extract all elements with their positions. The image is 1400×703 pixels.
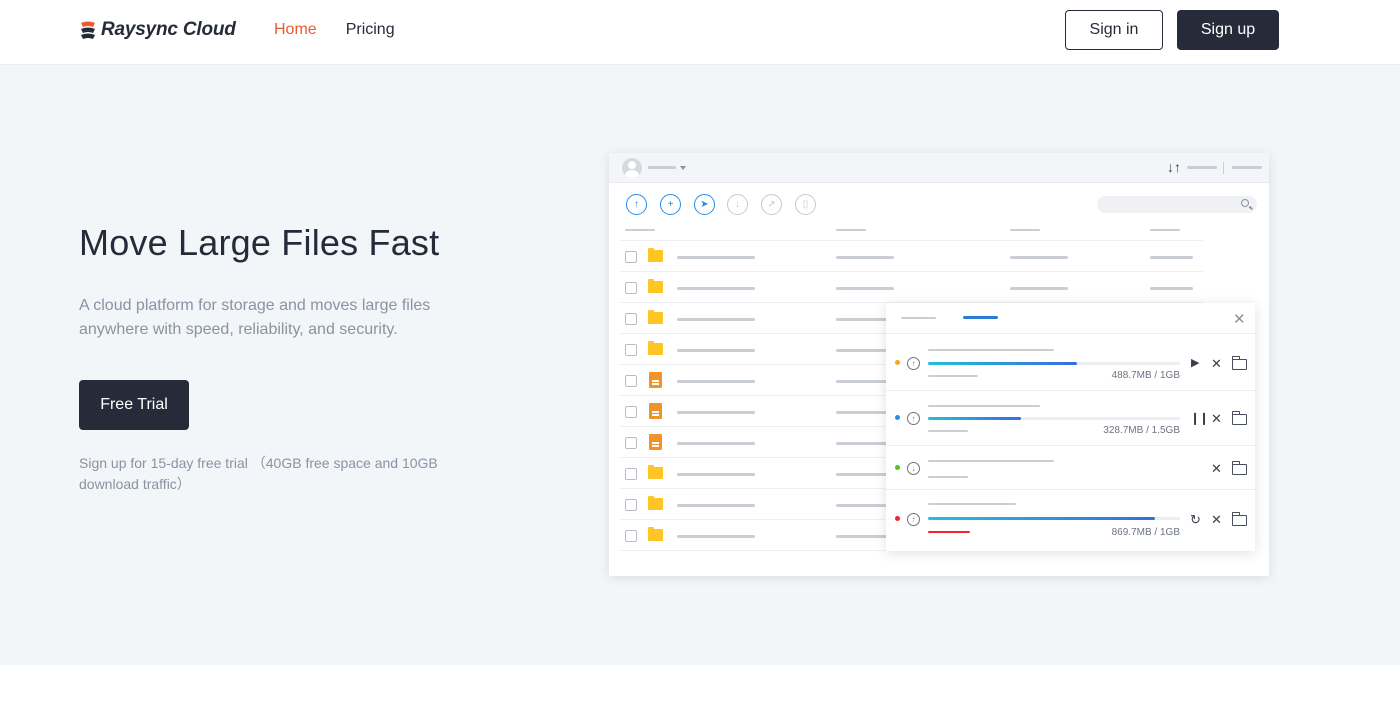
folder-icon [648,496,663,510]
new-folder-icon: + [660,194,681,215]
transfer-size: 328.7MB / 1.5GB [1103,425,1180,436]
raysync-logo-icon [81,21,95,39]
open-folder-icon [1231,411,1247,425]
username-placeholder [648,166,676,169]
page-footer-area [0,665,1400,703]
trial-note: Sign up for 15-day free trial （40GB free… [79,455,438,492]
sign-in-button[interactable]: Sign in [1065,10,1163,50]
open-folder-icon [1231,512,1247,526]
play-icon: ▶ [1191,357,1200,369]
progress-bar [928,362,1180,365]
row-checkbox [625,282,637,294]
brand-name: Raysync Cloud [101,19,236,40]
status-dot [895,360,900,365]
column-header [1150,229,1180,231]
search-icon [1241,199,1249,207]
hero-description: A cloud platform for storage and moves l… [79,297,431,338]
progress-bar [928,417,1180,420]
folder-icon [648,465,663,479]
column-header [836,229,866,231]
row-checkbox [625,313,637,325]
close-icon: ✕ [1233,311,1246,328]
nav-home-link[interactable]: Home [274,21,317,39]
main-nav: Home Pricing [274,21,395,39]
document-icon [649,403,662,419]
cancel-icon: ✕ [1211,356,1222,371]
send-icon: ➤ [694,194,715,215]
download-icon: ↓ [727,194,748,215]
progress-fill [928,517,1155,520]
transfer-item: ↑ 328.7MB / 1.5GB ❙❙ ✕ [886,391,1255,446]
search-bar [1097,196,1257,213]
column-header [625,229,655,231]
cancel-icon: ✕ [1211,512,1222,527]
menu-placeholder [1187,166,1217,169]
column-header [1010,229,1040,231]
transfer-item: ↓ ✕ [886,446,1255,490]
row-checkbox [625,406,637,418]
row-checkbox [625,499,637,511]
row-checkbox [625,375,637,387]
folder-icon [648,310,663,324]
transfer-sort-icon: ↓↑ [1167,159,1181,175]
pause-icon: ❙❙ [1190,411,1209,425]
active-tab-placeholder [963,316,998,319]
nav-pricing-link[interactable]: Pricing [346,21,395,39]
cancel-icon: ✕ [1211,411,1222,426]
transfer-size: 488.7MB / 1GB [1111,370,1180,381]
folder-icon [648,341,663,355]
error-indicator [928,531,970,533]
progress-fill [928,362,1077,365]
row-checkbox [625,530,637,542]
progress-bar [928,517,1180,520]
retry-icon: ↻ [1190,512,1201,527]
row-checkbox [625,437,637,449]
transfer-item: ↑ 488.7MB / 1GB ▶ ✕ [886,334,1255,391]
document-icon [649,434,662,450]
share-icon: ↗ [761,194,782,215]
open-folder-icon [1231,461,1247,475]
status-dot [895,415,900,420]
menu-placeholder [1232,166,1262,169]
open-folder-icon [1231,356,1247,370]
free-trial-button[interactable]: Free Trial [79,380,189,430]
folder-icon [648,248,663,262]
download-icon: ↓ [907,462,920,475]
delete-icon: ▯ [795,194,816,215]
avatar-icon [622,158,642,178]
row-checkbox [625,251,637,263]
file-row [619,272,1203,303]
folder-icon [648,527,663,541]
status-dot [895,465,900,470]
document-icon [649,372,662,388]
transfer-panel-header: ✕ [886,303,1255,334]
status-dot [895,516,900,521]
app-titlebar: ↓↑ [609,153,1269,183]
divider [1223,162,1224,174]
transfer-size: 869.7MB / 1GB [1111,527,1180,538]
tab-placeholder [901,317,936,319]
site-header: Raysync Cloud Home Pricing Sign in Sign … [0,0,1400,65]
file-row [619,241,1203,272]
hero-title: Move Large Files Fast [79,222,440,263]
sign-up-button[interactable]: Sign up [1177,10,1279,50]
folder-icon [648,279,663,293]
upload-icon: ↑ [626,194,647,215]
transfer-panel: ✕ ↑ 488.7MB / 1GB ▶ ✕ ↑ 328.7MB / 1.5GB … [886,303,1255,551]
caret-down-icon [680,166,686,170]
row-checkbox [625,344,637,356]
brand-logo[interactable]: Raysync Cloud [79,19,236,41]
upload-icon: ↑ [907,412,920,425]
transfer-item: ↑ 869.7MB / 1GB ↻ ✕ [886,490,1255,551]
upload-icon: ↑ [907,513,920,526]
upload-icon: ↑ [907,357,920,370]
row-checkbox [625,468,637,480]
progress-fill [928,417,1022,420]
cancel-icon: ✕ [1211,461,1222,476]
